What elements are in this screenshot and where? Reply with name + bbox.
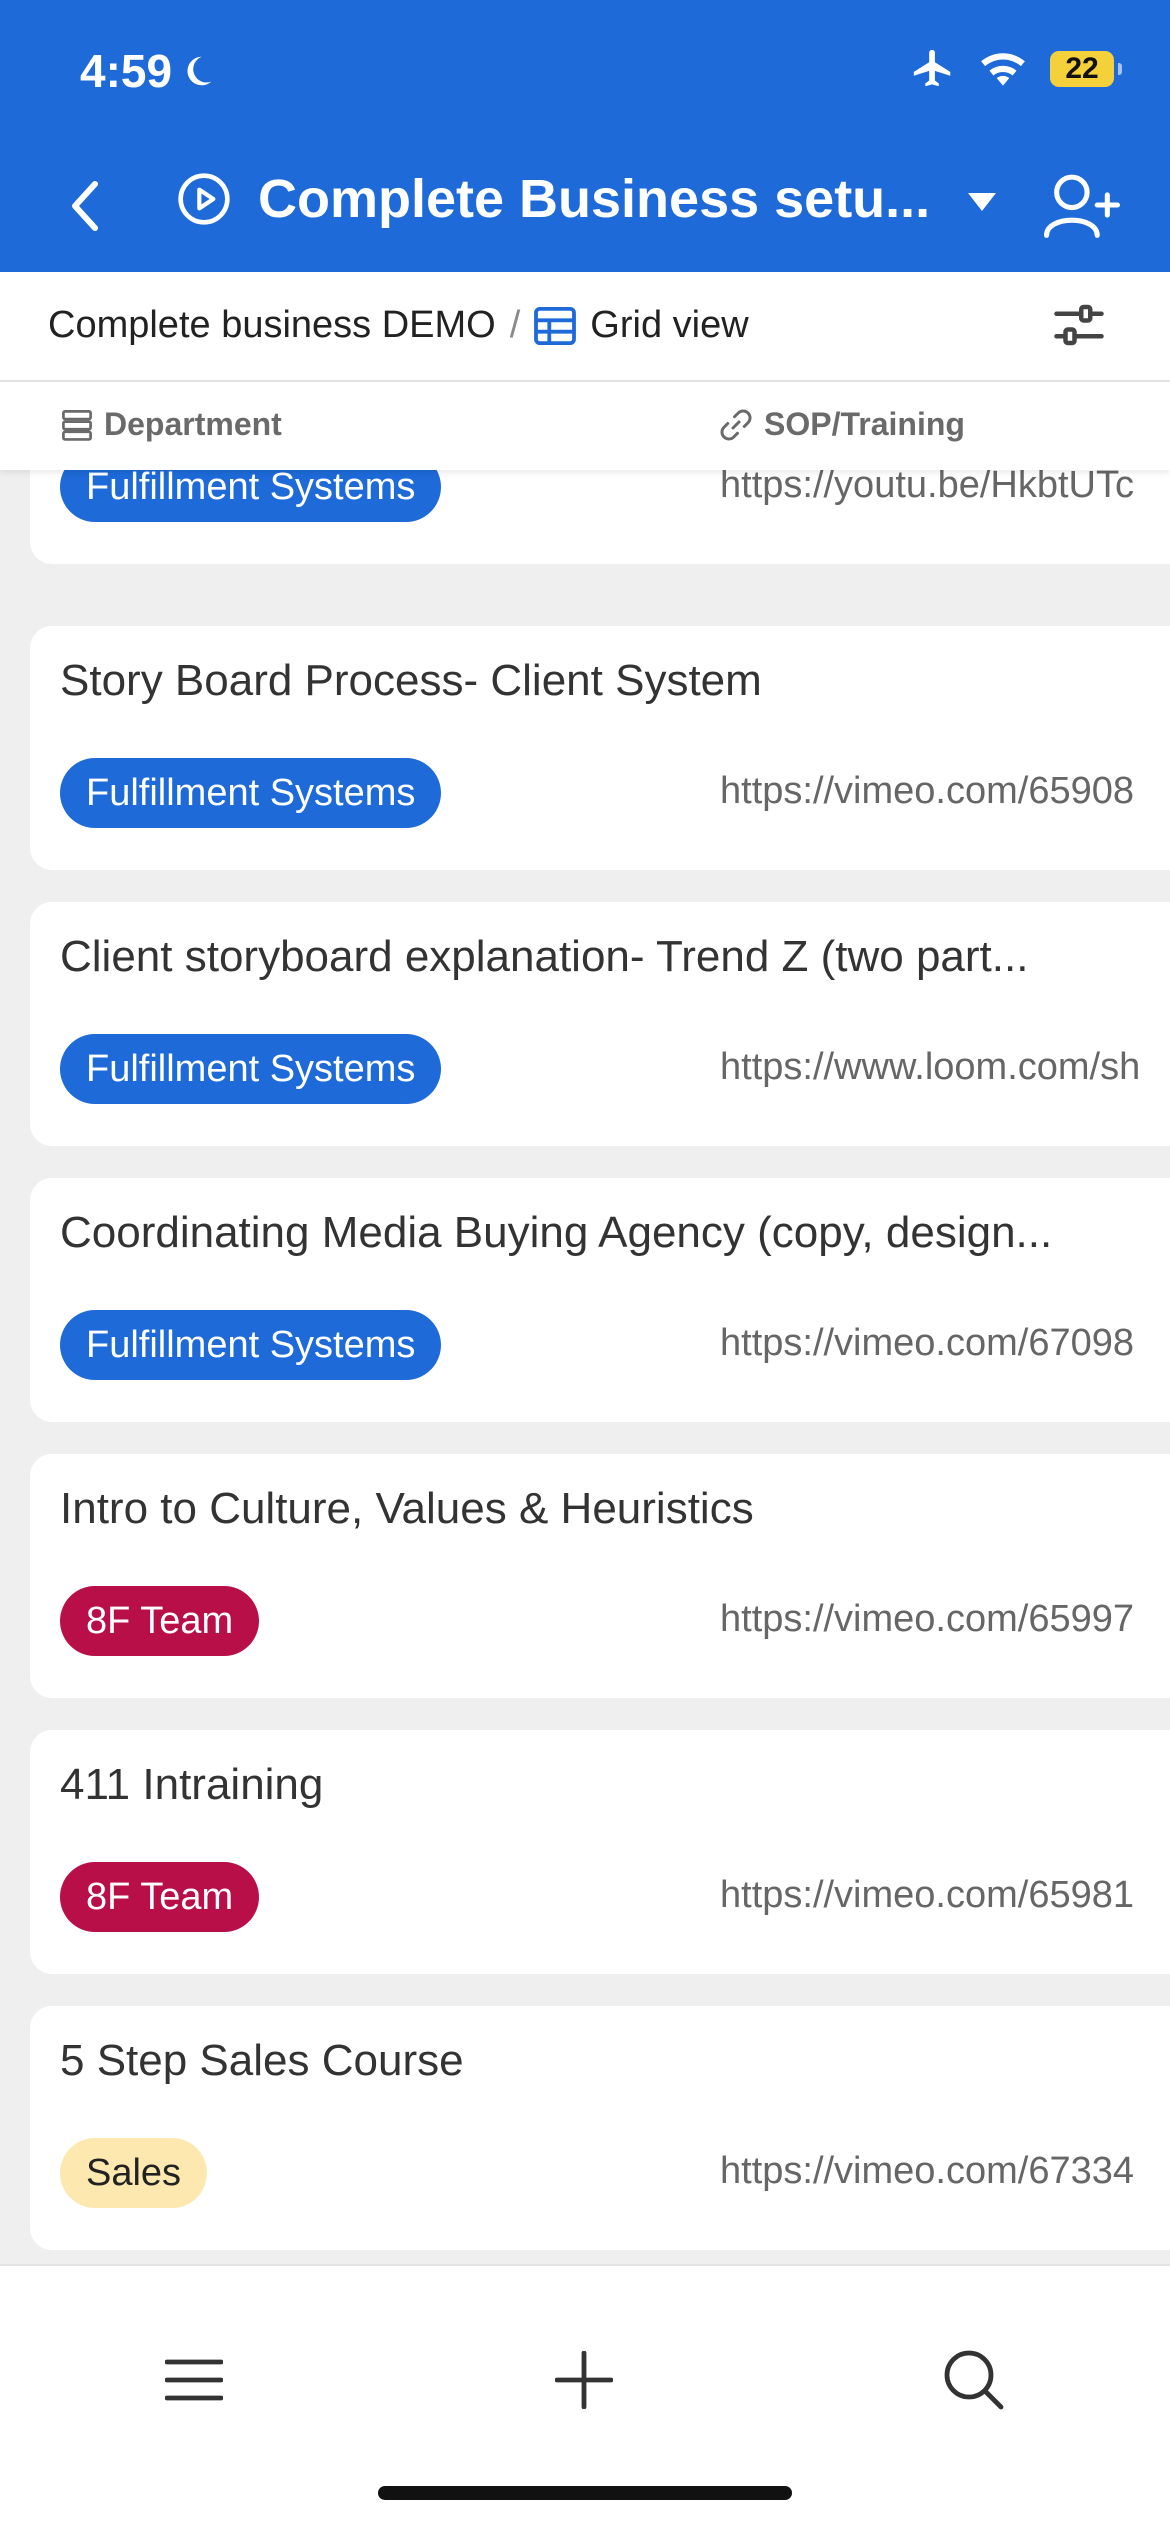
sop-link[interactable]: https://vimeo.com/67098 — [720, 1322, 1170, 1365]
column-department[interactable]: Department — [60, 406, 282, 443]
add-collaborator-button[interactable] — [1044, 172, 1120, 238]
battery-indicator: 22 — [1050, 51, 1122, 87]
record-card[interactable]: 411 Intraining 8F Team https://vimeo.com… — [30, 1730, 1170, 1974]
breadcrumb-bar: Complete business DEMO / Grid view — [0, 272, 1170, 382]
back-button[interactable] — [60, 176, 110, 236]
status-time: 4:59 — [80, 44, 216, 98]
record-title: 5 Step Sales Course — [60, 2036, 464, 2085]
record-card[interactable]: 5 Step Sales Course Sales https://vimeo.… — [30, 2006, 1170, 2250]
record-title: Story Board Process- Client System — [60, 656, 762, 705]
grid-view-icon — [534, 306, 577, 345]
department-tag: Sales — [60, 2138, 208, 2208]
sop-link[interactable]: https://www.loom.com/sh — [720, 1046, 1170, 1089]
breadcrumb-base[interactable]: Complete business DEMO — [48, 304, 496, 347]
record-title: Coordinating Media Buying Agency (copy, … — [60, 1208, 1053, 1257]
breadcrumb-view[interactable]: Grid view — [590, 304, 748, 347]
department-tag: Fulfillment Systems — [60, 1310, 442, 1380]
column-sop-training[interactable]: SOP/Training — [718, 406, 965, 443]
record-list: Fulfillment Systems https://youtu.be/Hkb… — [0, 470, 1170, 2264]
sop-link[interactable]: https://vimeo.com/65981 — [720, 1874, 1170, 1917]
column-department-label: Department — [104, 406, 282, 442]
airplane-icon — [913, 49, 951, 87]
search-button[interactable] — [934, 2340, 1014, 2420]
column-sop-label: SOP/Training — [764, 406, 965, 442]
sop-link[interactable]: https://vimeo.com/65997 — [720, 1598, 1170, 1641]
record-title: 411 Intraining — [60, 1760, 324, 1809]
record-card[interactable]: Intro to Culture, Values & Heuristics 8F… — [30, 1454, 1170, 1698]
bottom-toolbar — [0, 2264, 1170, 2534]
sop-link[interactable]: https://vimeo.com/65908 — [720, 770, 1170, 813]
search-icon — [944, 2350, 1004, 2410]
menu-button[interactable] — [154, 2340, 234, 2420]
home-indicator[interactable] — [378, 2486, 792, 2500]
department-tag: 8F Team — [60, 1586, 260, 1656]
sliders-icon — [1054, 304, 1104, 346]
record-card[interactable]: Story Board Process- Client System Fulfi… — [30, 626, 1170, 870]
top-bar: 4:59 22 Complete Business setu... — [0, 0, 1170, 272]
record-title: Client storyboard explanation- Trend Z (… — [60, 932, 1029, 981]
record-card[interactable]: Fulfillment Systems https://youtu.be/Hkb… — [30, 470, 1170, 564]
column-header: Department SOP/Training — [0, 382, 1170, 470]
record-card[interactable]: Coordinating Media Buying Agency (copy, … — [30, 1178, 1170, 1422]
sop-link[interactable]: https://vimeo.com/67334 — [720, 2150, 1170, 2193]
department-tag: Fulfillment Systems — [60, 470, 442, 522]
add-record-button[interactable] — [544, 2340, 624, 2420]
moon-icon — [187, 56, 212, 86]
battery-level: 22 — [1065, 52, 1099, 85]
record-title: Intro to Culture, Values & Heuristics — [60, 1484, 754, 1533]
single-select-field-icon — [62, 409, 92, 441]
chevron-left-icon — [72, 181, 98, 231]
caret-down-icon — [968, 193, 997, 211]
menu-icon — [165, 2359, 223, 2401]
base-title-switcher[interactable]: Complete Business setu... — [176, 168, 1036, 230]
view-options-button[interactable] — [1052, 298, 1106, 352]
sop-link[interactable]: https://youtu.be/HkbtUTc — [720, 470, 1170, 507]
breadcrumb-separator: / — [509, 304, 521, 346]
base-title: Complete Business setu... — [258, 169, 931, 229]
play-circle-icon — [178, 173, 230, 225]
department-tag: Fulfillment Systems — [60, 1034, 442, 1104]
department-tag: Fulfillment Systems — [60, 758, 442, 828]
breadcrumb: Complete business DEMO / Grid view — [48, 304, 749, 347]
record-card[interactable]: Client storyboard explanation- Trend Z (… — [30, 902, 1170, 1146]
wifi-icon — [981, 53, 1025, 86]
status-time-text: 4:59 — [80, 45, 173, 97]
status-icons: 22 — [910, 46, 1122, 92]
plus-icon — [555, 2351, 613, 2409]
link-icon — [720, 409, 752, 440]
department-tag: 8F Team — [60, 1862, 260, 1932]
add-user-icon — [1044, 174, 1120, 238]
